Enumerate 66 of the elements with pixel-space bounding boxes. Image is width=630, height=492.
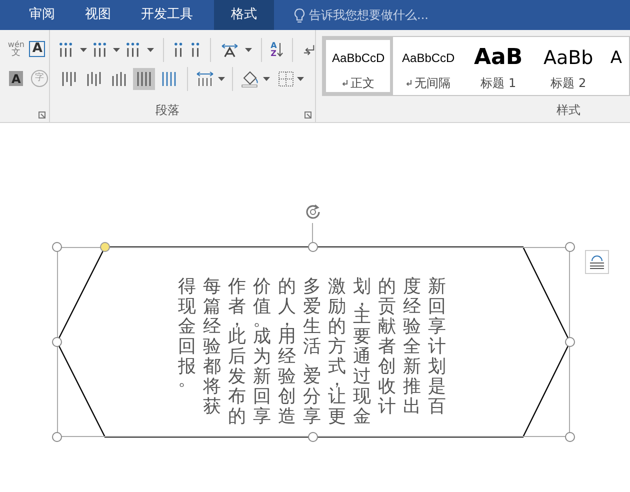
ribbon-tab[interactable]: 审阅 bbox=[14, 0, 70, 30]
down-arrow-icon bbox=[276, 42, 283, 58]
line-spacing-icon[interactable] bbox=[195, 71, 216, 87]
resize-handle[interactable] bbox=[308, 432, 318, 442]
numbering-icon[interactable] bbox=[92, 41, 108, 59]
style-preview: AaBbCcD bbox=[332, 50, 385, 67]
ribbon-tab[interactable]: 格式 bbox=[214, 0, 274, 30]
dropdown-caret-icon bbox=[263, 77, 270, 81]
dropdown-caret-icon bbox=[218, 77, 226, 81]
sort-button[interactable]: A Z bbox=[270, 42, 283, 58]
resize-handle[interactable] bbox=[565, 337, 575, 347]
dropdown-caret-icon bbox=[297, 77, 304, 81]
align-button[interactable] bbox=[133, 68, 156, 90]
enclose-characters-button[interactable]: A bbox=[29, 41, 46, 57]
resize-handle[interactable] bbox=[308, 242, 318, 252]
resize-handle[interactable] bbox=[52, 432, 62, 442]
increase-indent-icon[interactable] bbox=[190, 41, 202, 59]
dialog-launcher-icon[interactable] bbox=[38, 111, 46, 119]
group-label: 样式 bbox=[556, 102, 580, 119]
adjustment-handle[interactable] bbox=[100, 242, 110, 252]
multilevel-list-icon[interactable] bbox=[125, 41, 142, 59]
layout-options-button[interactable] bbox=[585, 250, 609, 274]
style-item[interactable]: AaBbCcD 无间隔 bbox=[393, 37, 464, 95]
resize-handle[interactable] bbox=[565, 432, 575, 442]
style-label: 标题 1 bbox=[480, 75, 516, 92]
style-label: 正文 bbox=[350, 75, 374, 92]
bullets-icon[interactable] bbox=[58, 41, 75, 59]
character-shading-button[interactable]: A bbox=[9, 71, 24, 86]
dropdown-caret-icon bbox=[80, 48, 87, 52]
style-preview: AaBbCcD bbox=[402, 50, 455, 67]
style-item[interactable]: A bbox=[603, 37, 629, 95]
resize-handle[interactable] bbox=[565, 242, 575, 252]
paragraph-mark-icon[interactable] bbox=[302, 43, 316, 57]
style-item[interactable]: AaBb 标题 2 bbox=[533, 37, 604, 95]
style-preview: AaB bbox=[474, 46, 523, 70]
vertical-lines-icon bbox=[61, 71, 78, 87]
resize-handle[interactable] bbox=[52, 337, 62, 347]
layout-options-icon bbox=[589, 255, 605, 269]
paragraph-return-icon bbox=[342, 80, 348, 86]
vertical-lines-icon bbox=[86, 71, 102, 87]
dropdown-caret-icon bbox=[244, 48, 252, 52]
phonetic-guide-button[interactable]: wén 文 bbox=[8, 40, 24, 58]
resize-handle[interactable] bbox=[52, 242, 62, 252]
style-label: 标题 2 bbox=[550, 75, 586, 92]
style-preview: A bbox=[610, 47, 622, 70]
dropdown-caret-icon bbox=[146, 48, 154, 52]
ribbon-tab[interactable]: 开发工具 bbox=[126, 0, 208, 30]
text-box-paragraph: 新回享计划是百度经验全新推出的贡献者创收计划，主要通过现金激励的方式，让更多爱生活、爱分享的人，用经验创造价值。成为新回享作者，此后发布的每篇经验都将获得现金回报。 bbox=[178, 277, 446, 427]
style-label: 无间隔 bbox=[414, 75, 450, 92]
style-item[interactable]: AaB 标题 1 bbox=[463, 37, 534, 95]
style-item[interactable]: AaBbCcD 正文 bbox=[323, 37, 394, 95]
vertical-lines-icon bbox=[111, 71, 128, 87]
vertical-lines-icon bbox=[136, 71, 152, 87]
group-label: 段落 bbox=[155, 102, 180, 119]
paint-bucket-icon[interactable] bbox=[240, 70, 260, 88]
text-direction-icon[interactable] bbox=[220, 42, 240, 58]
decrease-indent-icon[interactable] bbox=[172, 41, 185, 59]
ribbon-tab[interactable]: 视图 bbox=[70, 0, 126, 30]
lightbulb-icon bbox=[294, 8, 305, 22]
style-preview: AaBb bbox=[543, 46, 594, 70]
tell-me-search-field[interactable]: 告诉我您想要做什么... bbox=[309, 6, 428, 24]
vertical-lines-icon bbox=[161, 71, 178, 87]
borders-icon[interactable] bbox=[278, 71, 294, 87]
dropdown-caret-icon bbox=[113, 48, 120, 52]
dialog-launcher-icon[interactable] bbox=[304, 111, 312, 119]
paragraph-return-icon bbox=[406, 80, 412, 86]
